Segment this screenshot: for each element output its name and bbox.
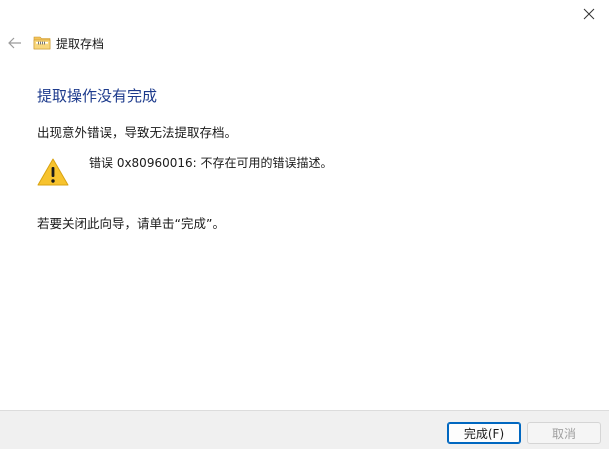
page-heading: 提取操作没有完成 <box>37 87 158 105</box>
wizard-titlebar: 提取存档 <box>0 30 609 58</box>
extract-wizard-window: 提取存档 提取操作没有完成 出现意外错误，导致无法提取存档。 错误 0x8096… <box>0 0 609 449</box>
back-button[interactable] <box>4 32 26 54</box>
close-instruction: 若要关闭此向导，请单击“完成”。 <box>37 216 225 231</box>
window-title: 提取存档 <box>56 37 105 51</box>
zip-folder-icon <box>33 36 51 50</box>
close-button[interactable] <box>569 0 609 28</box>
back-arrow-icon <box>8 37 21 49</box>
warning-icon <box>37 158 69 186</box>
wizard-footer: 完成(F) 取消 <box>0 410 609 449</box>
close-icon <box>583 8 595 20</box>
cancel-button[interactable]: 取消 <box>527 422 601 444</box>
finish-button[interactable]: 完成(F) <box>447 422 521 444</box>
error-message: 出现意外错误，导致无法提取存档。 <box>37 125 238 140</box>
error-detail: 错误 0x80960016: 不存在可用的错误描述。 <box>89 156 333 170</box>
